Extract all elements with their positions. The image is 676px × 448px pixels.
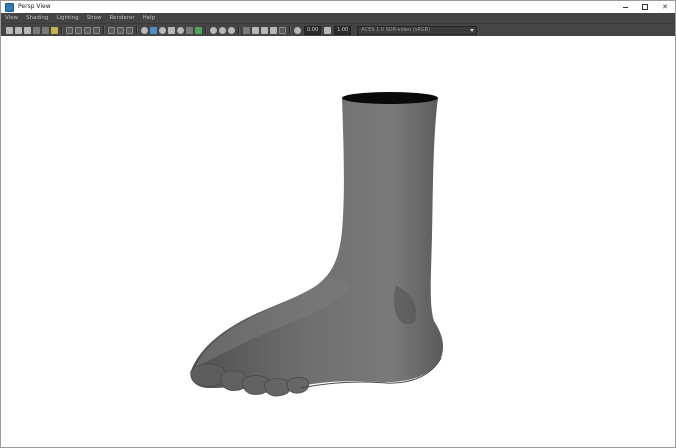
color-space-value: ACES 1.0 SDR-video (sRGB) [361, 26, 431, 33]
exposure-field[interactable]: 0.00 [304, 25, 322, 35]
minimize-icon [622, 6, 628, 8]
menu-shading[interactable]: Shading [26, 13, 48, 23]
gate-mask-icon[interactable] [93, 26, 100, 34]
window-controls: ✕ [615, 1, 675, 13]
color-space-dropdown[interactable]: ACES 1.0 SDR-video (sRGB) [357, 25, 478, 35]
smooth-shade-icon[interactable] [150, 26, 157, 34]
xray-active-components-icon[interactable] [261, 26, 268, 34]
image-plane-icon[interactable] [33, 26, 40, 34]
backface-culling-icon[interactable] [279, 26, 286, 34]
fourth-toe [264, 378, 291, 397]
toolbar-separator [205, 26, 207, 34]
close-button[interactable]: ✕ [655, 1, 675, 13]
menu-bar: View Shading Lighting Show Renderer Help [1, 13, 675, 23]
menu-show[interactable]: Show [87, 13, 102, 23]
fifth-toe [286, 376, 310, 394]
toolbar-separator [289, 26, 291, 34]
toolbar-separator [61, 26, 63, 34]
maximize-icon [642, 4, 648, 10]
maya-app-icon [5, 2, 14, 12]
window-title: Persp View [18, 3, 51, 10]
bookmarks-icon[interactable] [24, 26, 31, 34]
panel-toolbar: 0.00 1.00 ACES 1.0 SDR-video (sRGB) [1, 23, 675, 37]
wireframe-icon[interactable] [141, 26, 148, 34]
maximize-button[interactable] [635, 1, 655, 13]
leg-opening [342, 92, 438, 104]
safe-title-icon[interactable] [126, 26, 133, 34]
resolution-gate-icon[interactable] [84, 26, 91, 34]
toolbar-separator [238, 26, 240, 34]
chevron-down-icon [470, 28, 475, 32]
motion-blur-icon[interactable] [210, 26, 217, 34]
menu-view[interactable]: View [5, 13, 18, 23]
menu-help[interactable]: Help [143, 13, 156, 23]
screen-space-ambient-occlusion-icon[interactable] [195, 26, 202, 34]
big-toe [190, 363, 227, 387]
film-gate-icon[interactable] [75, 26, 82, 34]
use-all-lights-icon[interactable] [177, 26, 184, 34]
toolbar-separator [136, 26, 138, 34]
minimize-button[interactable] [615, 1, 635, 13]
close-icon: ✕ [662, 3, 668, 11]
textured-icon[interactable] [168, 26, 175, 34]
isolate-select-icon[interactable] [243, 26, 250, 34]
depth-of-field-icon[interactable] [228, 26, 235, 34]
select-camera-icon[interactable] [6, 26, 13, 34]
two-d-pan-zoom-icon[interactable] [42, 26, 49, 34]
shadows-icon[interactable] [186, 26, 193, 34]
menu-lighting[interactable]: Lighting [56, 13, 78, 23]
grid-icon[interactable] [66, 26, 73, 34]
toolbar-separator [103, 26, 105, 34]
gamma-icon[interactable] [324, 26, 332, 34]
grease-pencil-icon[interactable] [51, 26, 58, 34]
foot-model [190, 92, 444, 397]
gamma-field[interactable]: 1.00 [334, 25, 352, 35]
perspective-viewport[interactable] [1, 36, 675, 447]
safe-action-icon[interactable] [117, 26, 124, 34]
title-bar: Persp View ✕ [1, 1, 675, 13]
camera-attributes-icon[interactable] [15, 26, 22, 34]
multisample-antialiasing-icon[interactable] [219, 26, 226, 34]
app-window: Persp View ✕ View Shading Lighting Show … [0, 0, 676, 448]
exposure-icon[interactable] [294, 26, 301, 34]
wireframe-on-shaded-icon[interactable] [159, 26, 166, 34]
xray-icon[interactable] [252, 26, 259, 34]
menu-renderer[interactable]: Renderer [109, 13, 134, 23]
field-chart-icon[interactable] [108, 26, 115, 34]
xray-joints-icon[interactable] [270, 26, 277, 34]
